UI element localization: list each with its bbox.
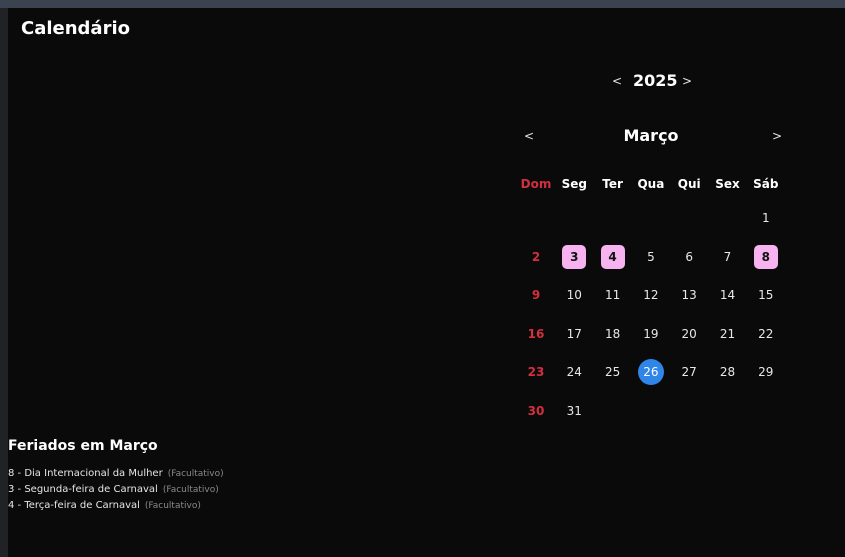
- calendar-day[interactable]: 22: [747, 321, 785, 347]
- calendar-day[interactable]: 24: [555, 359, 593, 385]
- calendar-day[interactable]: 3: [555, 244, 593, 270]
- year-navigator: < 2025 >: [600, 70, 700, 94]
- holiday-tag: (Facultativo): [144, 501, 201, 511]
- day-number: 4: [600, 244, 625, 269]
- day-number: 25: [604, 365, 621, 379]
- next-year-button[interactable]: >: [682, 74, 692, 88]
- calendar-day[interactable]: 18: [594, 321, 632, 347]
- holiday-text: 3 - Segunda-feira de Carnaval: [8, 484, 158, 495]
- day-number: 6: [685, 249, 693, 264]
- day-number: 7: [723, 249, 732, 264]
- day-number: 20: [681, 326, 697, 341]
- weekday-header: Sex: [715, 177, 740, 191]
- holiday-tag: (Facultativo): [167, 469, 224, 479]
- day-number: 14: [719, 288, 736, 302]
- calendar-day[interactable]: 20: [670, 321, 708, 347]
- day-number: 17: [566, 326, 582, 341]
- weekday-header: Dom: [520, 177, 552, 191]
- day-number: 15: [758, 288, 774, 302]
- calendar-day[interactable]: 5: [632, 244, 670, 270]
- calendar-day[interactable]: 23: [517, 359, 555, 385]
- day-number: 28: [719, 365, 736, 379]
- holidays-list: 8 - Dia Internacional da Mulher (Facultat…: [8, 466, 224, 514]
- calendar-day[interactable]: 15: [747, 282, 785, 308]
- weekday-header: Seg: [561, 177, 587, 191]
- calendar-day[interactable]: 6: [670, 244, 708, 270]
- calendar-day[interactable]: 25: [594, 359, 632, 385]
- prev-year-button[interactable]: <: [612, 74, 622, 88]
- calendar-day[interactable]: 21: [709, 321, 747, 347]
- calendar-day[interactable]: 1: [747, 205, 785, 231]
- day-number: 1: [761, 211, 770, 225]
- calendar-day[interactable]: 19: [632, 321, 670, 347]
- holiday-item: 8 - Dia Internacional da Mulher (Facultat…: [8, 466, 224, 482]
- day-number: 2: [531, 249, 541, 264]
- year-label: 2025: [633, 71, 678, 90]
- calendar-day[interactable]: 2: [517, 244, 555, 270]
- holiday-item: 3 - Segunda-feira de Carnaval (Facultativ…: [8, 482, 224, 498]
- holiday-item: 4 - Terça-feira de Carnaval (Facultativo): [8, 498, 224, 514]
- calendar-day[interactable]: 13: [670, 282, 708, 308]
- day-number: 16: [527, 326, 545, 341]
- day-number: 19: [643, 326, 659, 341]
- calendar-day[interactable]: 16: [517, 321, 555, 347]
- day-number: 27: [681, 365, 697, 379]
- day-number: 12: [643, 288, 659, 302]
- day-number: 26: [637, 359, 664, 385]
- month-label: Março: [623, 126, 679, 145]
- day-number: 30: [527, 403, 545, 418]
- day-number: 29: [758, 365, 774, 379]
- day-number: 11: [604, 288, 621, 302]
- day-number: 10: [566, 288, 582, 302]
- day-number: 18: [604, 326, 621, 341]
- day-number: 3: [562, 244, 587, 269]
- calendar-day[interactable]: 28: [709, 359, 747, 385]
- calendar-day[interactable]: 12: [632, 282, 670, 308]
- calendar-day[interactable]: 7: [709, 244, 747, 270]
- calendar-day[interactable]: 31: [555, 398, 593, 424]
- day-number: 31: [566, 403, 582, 418]
- calendar-day[interactable]: 17: [555, 321, 593, 347]
- weekday-header: Qui: [677, 177, 701, 191]
- left-edge-strip: [0, 8, 8, 557]
- calendar-day[interactable]: 26: [632, 359, 670, 385]
- holiday-text: 4 - Terça-feira de Carnaval: [8, 500, 140, 511]
- page-title: Calendário: [21, 18, 130, 39]
- holidays-title: Feriados em Março: [8, 438, 158, 454]
- calendar-day[interactable]: 9: [517, 282, 555, 308]
- day-number: 24: [566, 365, 582, 379]
- day-number: 13: [681, 288, 697, 302]
- day-number: 5: [647, 249, 655, 264]
- weekday-header: Qua: [637, 177, 665, 191]
- top-bar: [0, 0, 845, 8]
- month-navigator: < Março >: [520, 124, 785, 148]
- calendar-day[interactable]: 4: [594, 244, 632, 270]
- weekday-header: Ter: [602, 177, 623, 191]
- holiday-tag: (Facultativo): [162, 485, 219, 495]
- calendar-day[interactable]: 10: [555, 282, 593, 308]
- next-month-button[interactable]: >: [772, 129, 782, 143]
- day-number: 23: [527, 365, 545, 379]
- day-number: 8: [753, 244, 778, 269]
- calendar-day[interactable]: 30: [517, 398, 555, 424]
- holiday-text: 8 - Dia Internacional da Mulher: [8, 468, 163, 479]
- weekday-header: Sáb: [753, 177, 779, 191]
- calendar-day[interactable]: 29: [747, 359, 785, 385]
- calendar-day[interactable]: 27: [670, 359, 708, 385]
- day-number: 21: [719, 326, 736, 341]
- calendar-day[interactable]: 11: [594, 282, 632, 308]
- calendar-day[interactable]: 8: [747, 244, 785, 270]
- day-number: 22: [758, 326, 774, 341]
- calendar-day[interactable]: 14: [709, 282, 747, 308]
- day-number: 9: [531, 288, 541, 302]
